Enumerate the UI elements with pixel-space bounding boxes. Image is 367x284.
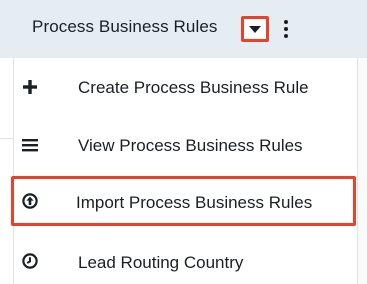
menu-item-view-process-business-rules[interactable]: View Process Business Rules [14, 116, 357, 172]
menu-item-label: View Process Business Rules [78, 136, 303, 155]
module-dropdown-button[interactable] [241, 16, 269, 42]
module-header: Process Business Rules [0, 0, 367, 58]
background-divider [0, 138, 14, 139]
menu-item-label: Lead Routing Country [78, 253, 244, 272]
background-panel [357, 58, 367, 284]
menu-item-label: Create Process Business Rule [78, 78, 309, 97]
menu-item-lead-routing-country[interactable]: Lead Routing Country [14, 232, 357, 284]
kebab-icon [284, 34, 288, 38]
plus-icon [23, 80, 37, 94]
page: Process Business Rules Create Process Bu… [0, 0, 367, 284]
module-title[interactable]: Process Business Rules [32, 17, 218, 37]
menu-item-create-process-business-rule[interactable]: Create Process Business Rule [14, 58, 357, 114]
more-options-button[interactable] [279, 16, 293, 42]
caret-down-icon [249, 26, 261, 33]
list-icon [22, 139, 38, 152]
highlight-annotation [11, 176, 356, 226]
kebab-icon [284, 27, 288, 31]
kebab-icon [284, 20, 288, 24]
module-dropdown-menu: Create Process Business Rule View Proces… [11, 58, 357, 284]
clock-icon [22, 253, 38, 269]
